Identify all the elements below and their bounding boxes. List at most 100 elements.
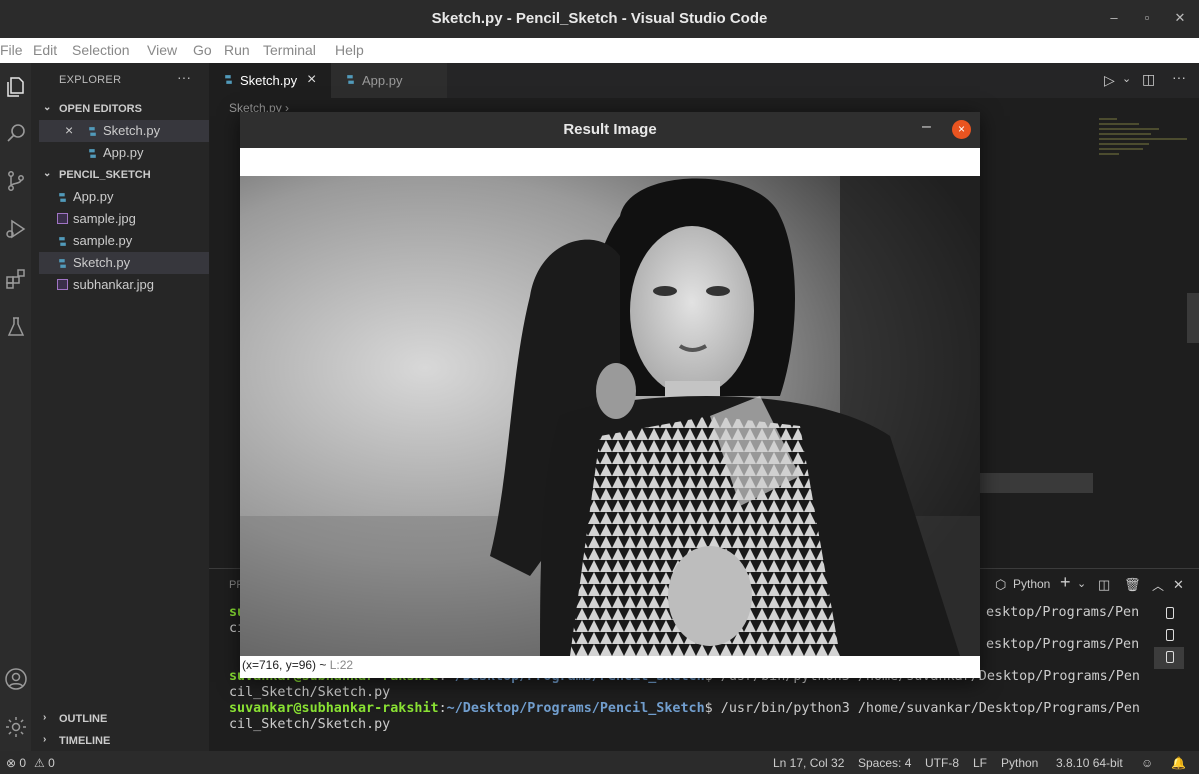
title-bar: Sketch.py - Pencil_Sketch - Visual Studi…: [0, 0, 1199, 38]
open-editor-item[interactable]: App.py: [39, 142, 209, 164]
maximize-panel-icon[interactable]: ︿: [1152, 577, 1164, 594]
run-debug-icon[interactable]: [3, 217, 28, 242]
close-icon[interactable]: ✕: [1172, 10, 1188, 26]
image-file-icon: [57, 279, 68, 290]
menu-selection[interactable]: Selection: [72, 42, 130, 58]
more-actions-icon[interactable]: ···: [177, 69, 191, 85]
editor-scrollbar[interactable]: [1187, 293, 1199, 343]
language-mode[interactable]: Python: [1001, 756, 1038, 770]
open-editor-item[interactable]: × Sketch.py: [39, 120, 209, 142]
tab-app-py[interactable]: App.py: [331, 63, 447, 98]
settings-gear-icon[interactable]: [3, 715, 28, 740]
file-label: sample.py: [73, 233, 133, 248]
warnings-indicator[interactable]: ⚠ 0: [34, 756, 55, 770]
terminal-command: $ /usr/bin/python3 /home/suvankar/Deskto…: [704, 701, 1140, 716]
python-interpreter[interactable]: 3.8.10 64-bit: [1056, 756, 1123, 770]
more-actions-icon[interactable]: ···: [1172, 69, 1186, 85]
pixel-coordinates: (x=716, y=96) ~: [242, 658, 327, 672]
tab-sketch-py[interactable]: Sketch.py ×: [209, 63, 331, 98]
dialog-minimize-icon[interactable]: –: [922, 118, 931, 136]
selection-highlight: [979, 473, 1093, 493]
chevron-down-icon[interactable]: ⌄: [1122, 72, 1131, 85]
explorer-sidebar: EXPLORER ··· ⌄ OPEN EDITORS × Sketch.py …: [31, 63, 209, 751]
terminal-shell-label[interactable]: Python: [1013, 577, 1050, 591]
terminal-line: cil_Sketch/Sketch.py: [229, 685, 391, 700]
file-label: Sketch.py: [73, 255, 131, 270]
file-item[interactable]: App.py: [39, 186, 209, 208]
menu-help[interactable]: Help: [335, 42, 364, 58]
open-editor-label: Sketch.py: [103, 123, 161, 138]
window-title: Sketch.py - Pencil_Sketch - Visual Studi…: [431, 10, 768, 27]
menu-go[interactable]: Go: [193, 42, 212, 58]
chevron-down-icon: ⌄: [43, 102, 52, 113]
trash-icon[interactable]: 🗑: [1124, 577, 1141, 593]
timeline-section[interactable]: › TIMELINE: [31, 731, 209, 751]
testing-icon[interactable]: [3, 315, 28, 340]
explorer-header: EXPLORER: [59, 74, 122, 86]
terminal-line: cil_Sketch/Sketch.py: [229, 717, 391, 732]
terminal-line: suvankar@subhankar-rakshit:~/Desktop/Pro…: [229, 701, 1140, 716]
indentation[interactable]: Spaces: 4: [858, 756, 911, 770]
terminal-colon: :: [438, 701, 447, 716]
outline-section[interactable]: › OUTLINE: [31, 709, 209, 729]
tab-bar: Sketch.py × App.py ▷ ⌄ ◫ ···: [209, 63, 1199, 98]
new-terminal-icon[interactable]: +: [1060, 572, 1071, 593]
file-item[interactable]: subhankar.jpg: [39, 274, 209, 296]
close-editor-icon[interactable]: ×: [65, 122, 73, 138]
status-bar: ⊗ 0 ⚠ 0 Ln 17, Col 32 Spaces: 4 UTF-8 LF…: [0, 751, 1199, 774]
result-image-window: Result Image – × (x=716, y=96) ~ L:22: [240, 112, 980, 678]
python-file-icon: [59, 193, 66, 202]
run-file-icon[interactable]: ▷: [1104, 72, 1115, 89]
tab-label: Sketch.py: [240, 73, 298, 88]
grayscale-portrait-image[interactable]: [240, 176, 980, 656]
terminal-path: ~/Desktop/Programs/Pencil_Sketch: [446, 701, 705, 716]
dialog-close-icon[interactable]: ×: [952, 120, 971, 139]
search-icon[interactable]: [3, 121, 28, 146]
notifications-bell-icon[interactable]: 🔔: [1171, 756, 1186, 770]
file-label: sample.jpg: [73, 211, 136, 226]
open-editors-section[interactable]: ⌄ OPEN EDITORS: [31, 99, 209, 119]
file-item[interactable]: sample.py: [39, 230, 209, 252]
terminal-user: suvankar@subhankar-rakshit: [229, 701, 439, 716]
activity-bar: [0, 63, 31, 751]
chevron-down-icon: ⌄: [43, 168, 52, 179]
menu-run[interactable]: Run: [224, 42, 250, 58]
cursor-position[interactable]: Ln 17, Col 32: [773, 756, 844, 770]
menu-view[interactable]: View: [147, 42, 177, 58]
account-icon[interactable]: [3, 667, 28, 692]
split-editor-icon[interactable]: ◫: [1142, 71, 1155, 88]
end-of-line[interactable]: LF: [973, 756, 987, 770]
python-file-icon: [59, 259, 66, 268]
extensions-icon[interactable]: [3, 267, 28, 292]
file-item[interactable]: Sketch.py: [39, 252, 209, 274]
encoding[interactable]: UTF-8: [925, 756, 959, 770]
terminal-instance[interactable]: [1154, 647, 1184, 669]
minimap[interactable]: [1099, 118, 1191, 168]
dialog-title-bar[interactable]: Result Image – ×: [240, 112, 980, 148]
dialog-status-bar: (x=716, y=96) ~ L:22: [242, 658, 353, 672]
menu-file[interactable]: File: [0, 42, 23, 58]
tab-label: App.py: [362, 73, 403, 88]
pixel-level: L:22: [329, 658, 354, 672]
python-file-icon: [59, 237, 66, 246]
feedback-icon[interactable]: ☺: [1141, 756, 1153, 770]
file-item[interactable]: sample.jpg: [39, 208, 209, 230]
errors-indicator[interactable]: ⊗ 0: [6, 756, 26, 770]
split-terminal-icon[interactable]: ◫: [1098, 577, 1110, 593]
terminal-instance[interactable]: [1154, 603, 1184, 625]
image-file-icon: [57, 213, 68, 224]
maximize-icon[interactable]: ▫: [1139, 10, 1155, 25]
minimize-icon[interactable]: –: [1106, 10, 1122, 25]
files-icon[interactable]: [3, 75, 28, 100]
terminal-instance[interactable]: [1154, 625, 1184, 647]
menu-edit[interactable]: Edit: [33, 42, 57, 58]
close-panel-icon[interactable]: ✕: [1173, 577, 1184, 593]
folder-section[interactable]: ⌄ PENCIL_SKETCH: [31, 165, 209, 185]
source-control-icon[interactable]: [3, 169, 28, 194]
chevron-down-icon[interactable]: ⌄: [1077, 577, 1086, 590]
terminal-line: esktop/Programs/Pen: [986, 637, 1140, 652]
tab-close-icon[interactable]: ×: [307, 71, 316, 89]
open-editors-label: OPEN EDITORS: [59, 103, 142, 115]
terminal-instance-icon: [1166, 607, 1174, 619]
menu-terminal[interactable]: Terminal: [263, 42, 316, 58]
